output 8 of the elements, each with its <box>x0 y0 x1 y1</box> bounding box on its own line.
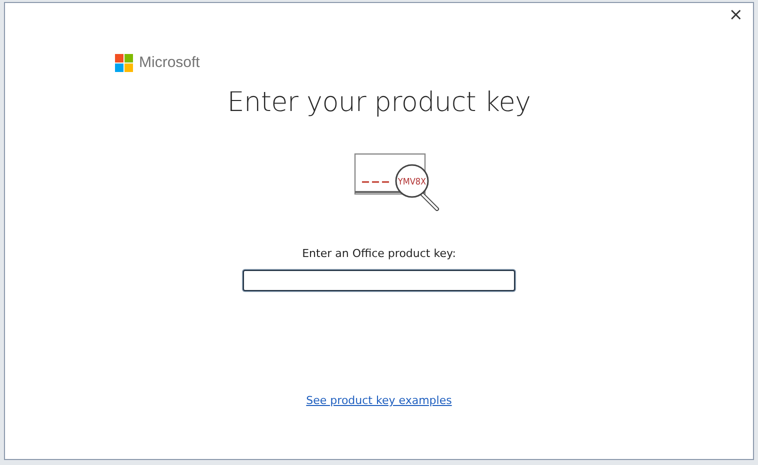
logo-icon <box>115 54 133 72</box>
field-label: Enter an Office product key: <box>302 246 456 262</box>
brand-name: Microsoft <box>139 53 200 73</box>
page-title: Enter your product key <box>227 87 531 120</box>
close-button[interactable]: × <box>724 5 747 25</box>
examples-link[interactable]: See product key examples <box>306 392 452 410</box>
product-key-illustration: YMV8X <box>354 153 442 212</box>
product-key-field[interactable] <box>243 270 515 291</box>
